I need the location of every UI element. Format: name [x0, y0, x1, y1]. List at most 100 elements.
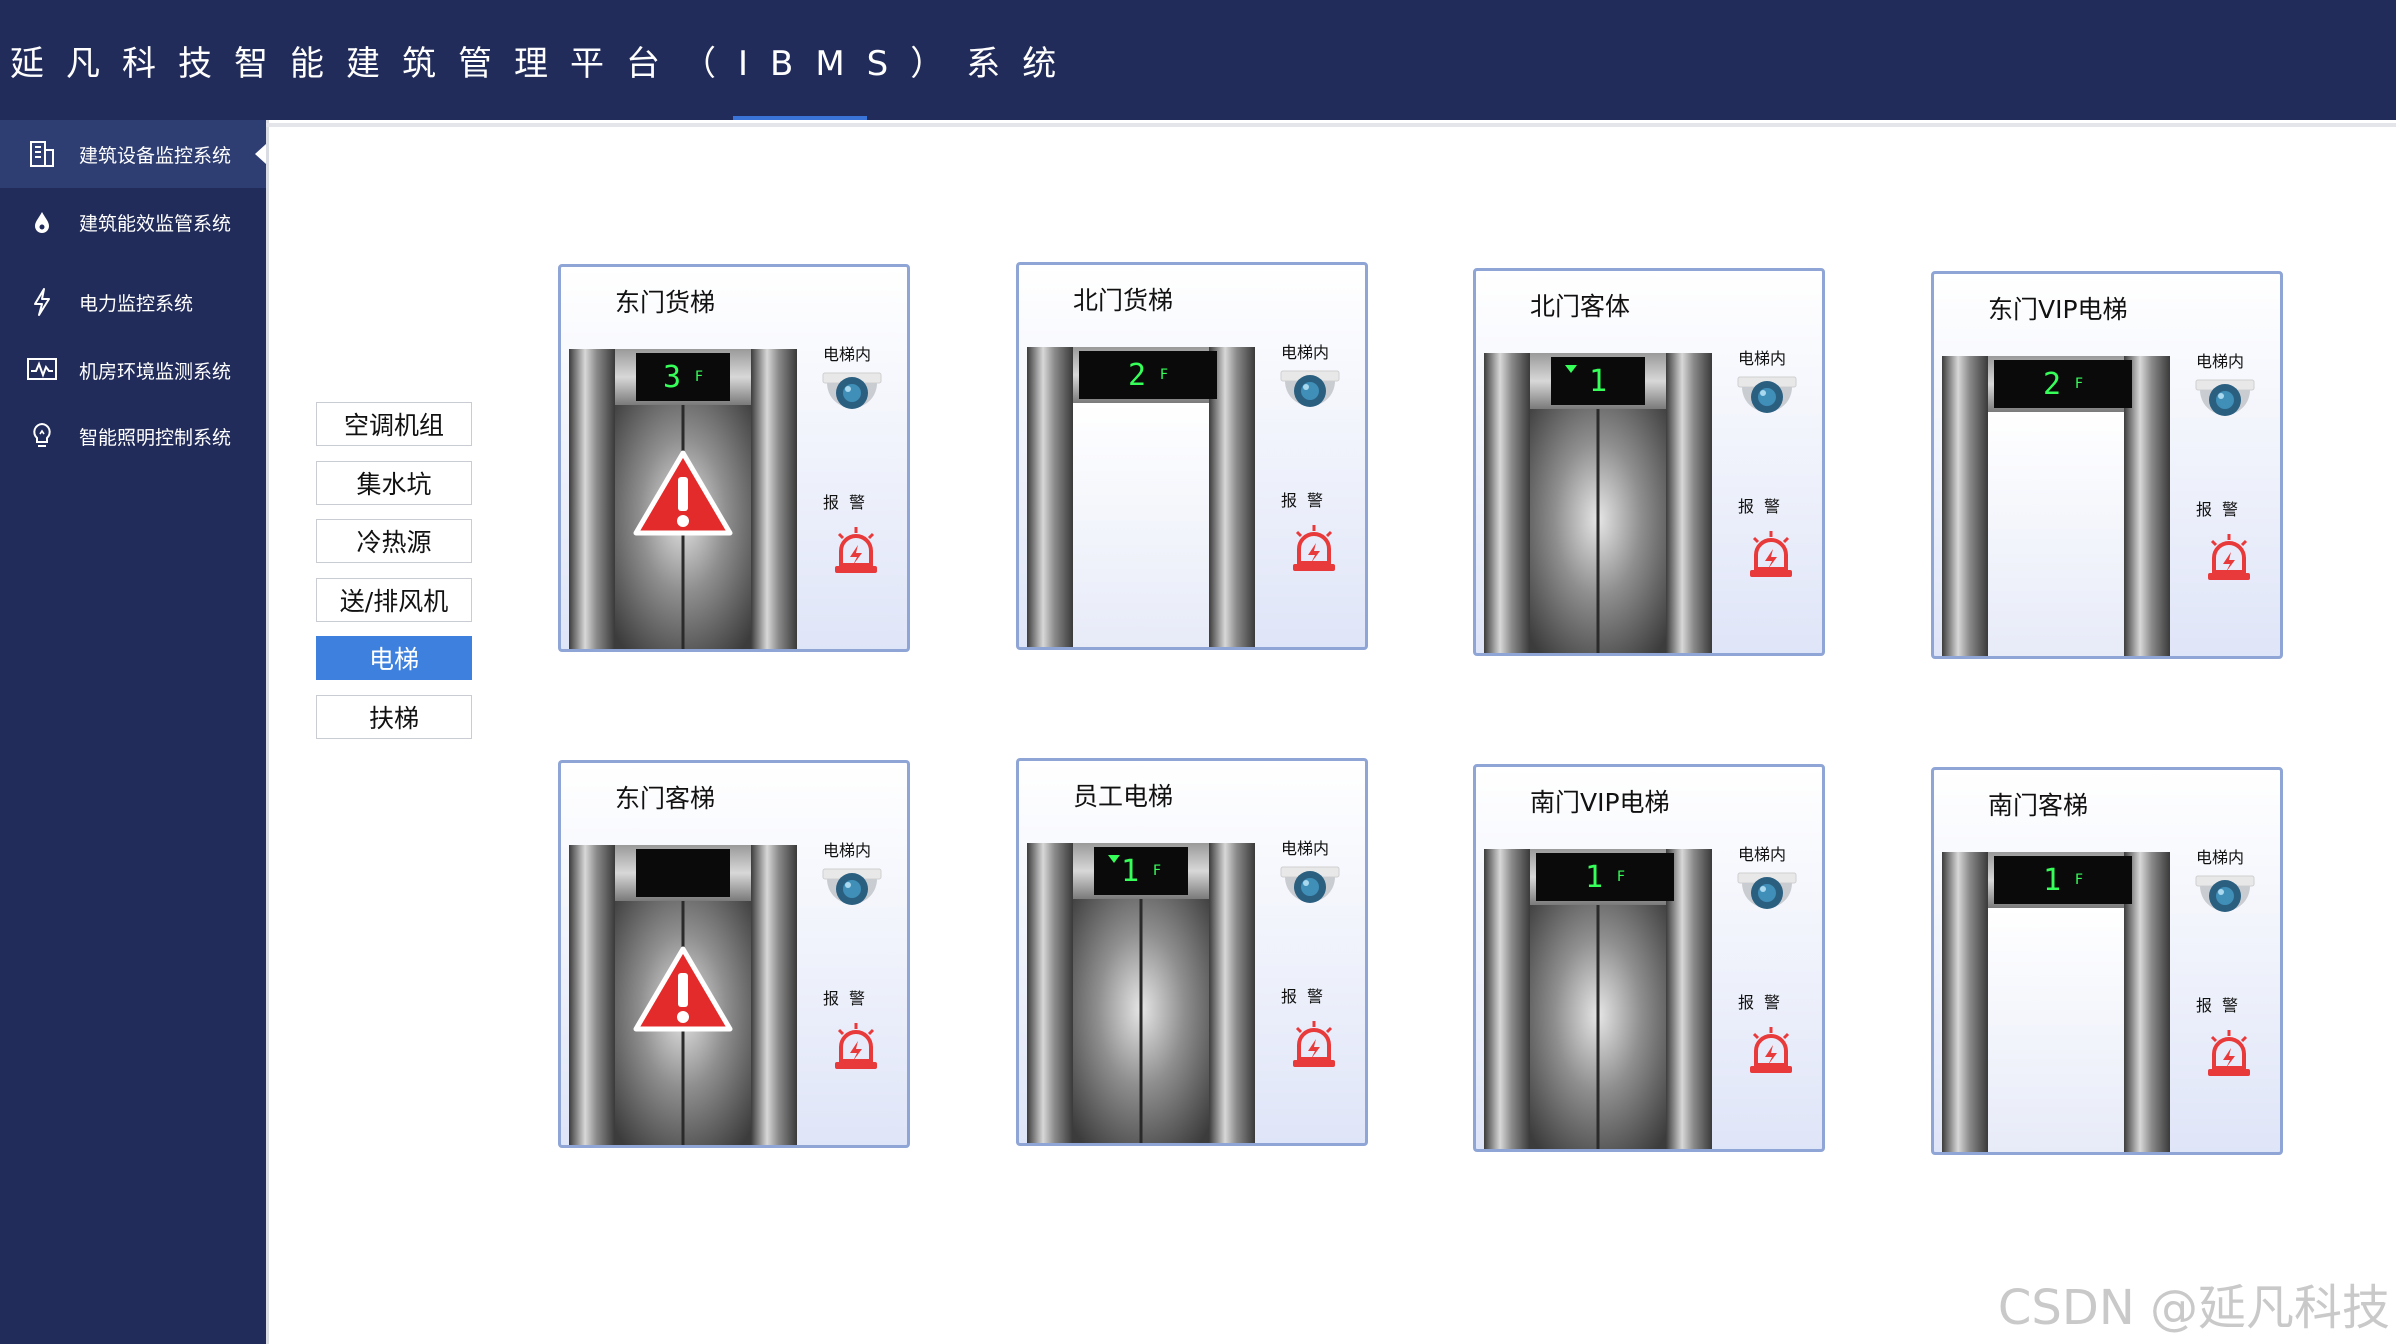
alarm-icon[interactable] [1289, 1019, 1339, 1071]
category-button-chiller[interactable]: 冷热源 [316, 519, 472, 563]
camera-icon[interactable] [1277, 865, 1343, 915]
sidebar-item-label: 电力监控系统 [79, 292, 194, 315]
floor-unit: F [1153, 863, 1162, 879]
category-button-ahu[interactable]: 空调机组 [316, 402, 472, 446]
elevator-card-north-cargo[interactable]: 北门货梯 2 F 电梯内 报警 [1016, 262, 1368, 650]
sidebar-item-power[interactable]: 电力监控系统 [0, 268, 266, 336]
camera-label: 电梯内 [1281, 839, 1330, 858]
floor-unit: F [2075, 376, 2084, 392]
sidebar-item-label: 建筑设备监控系统 [79, 144, 232, 167]
elevator-card-north-passenger[interactable]: 北门客体 1 电梯内 报警 [1473, 268, 1825, 656]
camera-icon[interactable] [819, 371, 885, 421]
category-button-elevator[interactable]: 电梯 [316, 636, 472, 680]
main-divider [266, 120, 269, 1344]
sidebar-item-building-equipment[interactable]: 建筑设备监控系统 [0, 120, 266, 188]
floor-number: 2 [2042, 366, 2061, 402]
elevator-card-east-cargo[interactable]: 东门货梯 3 F 电梯内 报警 [558, 264, 910, 652]
sidebar-item-lighting[interactable]: 智能照明控制系统 [0, 402, 266, 470]
category-button-fan[interactable]: 送/排风机 [316, 578, 472, 622]
alarm-icon[interactable] [1289, 523, 1339, 575]
floor-display: 1 F [1994, 856, 2132, 904]
alarm-label: 报警 [1281, 987, 1334, 1006]
alarm-icon[interactable] [831, 1021, 881, 1073]
header-tab-indicator [733, 116, 867, 120]
elevator-name: 南门VIP电梯 [1530, 788, 1670, 817]
elevator-card-east-vip[interactable]: 东门VIP电梯 2 F 电梯内 报警 [1931, 271, 2283, 659]
sidebar-item-label: 建筑能效监管系统 [79, 212, 232, 235]
floor-display: 1 F [1536, 853, 1674, 901]
floor-unit: F [1160, 367, 1169, 383]
active-caret-icon [255, 144, 266, 164]
elevator-open-door: 2 F [1942, 356, 2170, 656]
floor-display: 2 F [1079, 351, 1217, 399]
camera-label: 电梯内 [823, 345, 872, 364]
sidebar-item-label: 智能照明控制系统 [79, 426, 232, 449]
camera-label: 电梯内 [823, 841, 872, 860]
floor-display: 1 [1551, 357, 1645, 405]
elevator-name: 东门VIP电梯 [1988, 295, 2128, 324]
floor-display: 2 F [1994, 360, 2132, 408]
alarm-icon[interactable] [2204, 1028, 2254, 1080]
floor-number: 2 [1127, 357, 1146, 393]
lightbulb-icon [22, 416, 62, 456]
monitor-wave-icon [22, 350, 62, 390]
elevator-closed-door: 1 [1484, 353, 1712, 653]
sidebar-item-label: 机房环境监测系统 [79, 360, 232, 383]
camera-icon[interactable] [1734, 871, 1800, 921]
camera-icon[interactable] [2192, 874, 2258, 924]
down-arrow-icon [1565, 365, 1577, 373]
elevator-closed-door: 3 F [569, 349, 797, 649]
alarm-label: 报警 [823, 989, 876, 1008]
camera-label: 电梯内 [1738, 349, 1787, 368]
elevator-closed-door: 1 F [1484, 849, 1712, 1149]
alarm-icon[interactable] [1746, 529, 1796, 581]
elevator-card-south-vip[interactable]: 南门VIP电梯 1 F 电梯内 报警 [1473, 764, 1825, 1152]
elevator-name: 东门客梯 [615, 784, 716, 813]
floor-number: 1 [2042, 862, 2061, 898]
elevator-closed-door: 1 F [1027, 843, 1255, 1143]
category-button-escalator[interactable]: 扶梯 [316, 695, 472, 739]
floor-unit: F [2075, 872, 2084, 888]
elevator-open-door: 1 F [1942, 852, 2170, 1152]
elevator-name: 员工电梯 [1073, 782, 1174, 811]
alarm-label: 报警 [1281, 491, 1334, 510]
alarm-label: 报警 [2196, 996, 2249, 1015]
floor-display: 1 F [1094, 847, 1188, 895]
sidebar: 建筑设备监控系统 建筑能效监管系统 电力监控系统 机房环境监测系统 智能照明控制… [0, 120, 266, 1344]
camera-icon[interactable] [1734, 375, 1800, 425]
floor-number: 1 [1584, 859, 1603, 895]
camera-icon[interactable] [1277, 369, 1343, 419]
alarm-label: 报警 [2196, 500, 2249, 519]
floor-display: 3 F [636, 353, 730, 401]
camera-icon[interactable] [819, 867, 885, 917]
floor-unit: F [695, 369, 704, 385]
camera-icon[interactable] [2192, 378, 2258, 428]
main-top-divider [266, 123, 2396, 127]
elevator-card-staff[interactable]: 员工电梯 1 F 电梯内 报警 [1016, 758, 1368, 1146]
elevator-closed-door [569, 845, 797, 1145]
floor-number: 3 [662, 359, 681, 395]
elevator-name: 南门客梯 [1988, 791, 2089, 820]
alarm-icon[interactable] [831, 525, 881, 577]
category-button-sump[interactable]: 集水坑 [316, 461, 472, 505]
camera-label: 电梯内 [1738, 845, 1787, 864]
drop-icon [22, 202, 62, 242]
sidebar-item-energy[interactable]: 建筑能效监管系统 [0, 188, 266, 256]
alarm-icon[interactable] [2204, 532, 2254, 584]
floor-number: 1 [1120, 853, 1139, 889]
elevator-card-east-passenger[interactable]: 东门客梯 电梯内 报警 [558, 760, 910, 1148]
alarm-label: 报警 [1738, 497, 1791, 516]
page-title: 延凡科技智能建筑管理平台（IBMS）系统 [10, 44, 1079, 84]
floor-number: 1 [1588, 363, 1608, 399]
floor-unit: F [1617, 869, 1626, 885]
header-bar: 延凡科技智能建筑管理平台（IBMS）系统 [0, 0, 2396, 120]
elevator-card-south-passenger[interactable]: 南门客梯 1 F 电梯内 报警 [1931, 767, 2283, 1155]
alarm-label: 报警 [823, 493, 876, 512]
building-icon [22, 134, 62, 174]
camera-label: 电梯内 [2196, 848, 2245, 867]
warning-icon [633, 449, 733, 537]
alarm-label: 报警 [1738, 993, 1791, 1012]
sidebar-item-room-env[interactable]: 机房环境监测系统 [0, 336, 266, 404]
floor-display [636, 849, 730, 897]
alarm-icon[interactable] [1746, 1025, 1796, 1077]
